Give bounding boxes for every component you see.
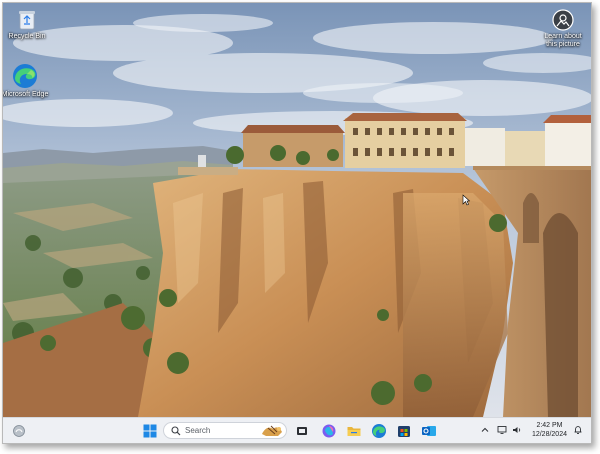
search-box[interactable]: Search (163, 422, 287, 439)
search-icon (171, 426, 181, 436)
task-view-icon[interactable] (294, 423, 310, 439)
store-icon[interactable] (396, 423, 412, 439)
search-placeholder: Search (185, 426, 211, 435)
camera-icon (552, 9, 574, 31)
search-highlight-icon (262, 425, 282, 436)
notification-bell-icon[interactable] (573, 425, 583, 435)
widgets-icon[interactable] (11, 423, 27, 439)
desktop-icon-label: Recycle Bin (8, 33, 46, 40)
screenshot-frame: Recycle Bin Microsoft Edge Learn about t… (2, 2, 592, 444)
chevron-up-icon[interactable] (481, 426, 489, 434)
clock-time: 2:42 PM (536, 422, 563, 429)
desktop-icon-learn-about-picture[interactable]: Learn about this picture (539, 9, 587, 49)
clock-date: 12/28/2024 (531, 431, 567, 438)
desktop-wallpaper (3, 3, 591, 417)
start-icon[interactable] (142, 423, 158, 439)
copilot-icon[interactable] (321, 423, 337, 439)
edge-icon (13, 64, 37, 88)
file-explorer-icon[interactable] (346, 423, 362, 439)
outlook-icon[interactable] (421, 423, 437, 439)
desktop-icon-recycle-bin[interactable]: Recycle Bin (3, 9, 51, 41)
taskbar: Search 2:42 PM 12/28/2024 (3, 417, 591, 443)
volume-icon[interactable] (512, 425, 522, 435)
desktop-icon-label: Microsoft Edge (2, 91, 49, 98)
desktop-icon-microsoft-edge[interactable]: Microsoft Edge (2, 63, 49, 99)
desktop-icon-label: Learn about this picture (544, 33, 582, 48)
edge-icon[interactable] (371, 423, 387, 439)
recycle-bin-icon (19, 11, 35, 30)
mouse-cursor-icon (462, 194, 470, 206)
system-clock[interactable]: 2:42 PM 12/28/2024 (532, 421, 567, 439)
display-icon[interactable] (497, 425, 507, 435)
